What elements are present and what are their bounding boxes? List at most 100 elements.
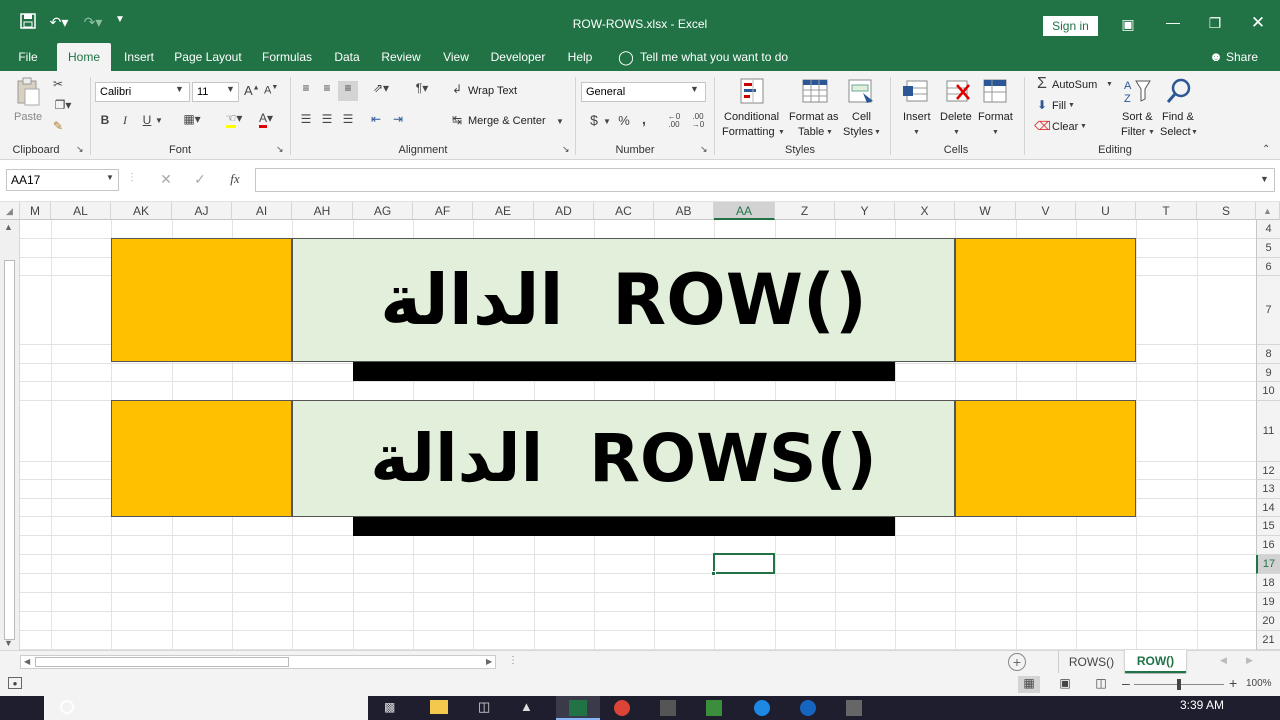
tab-data[interactable]: Data (328, 45, 366, 71)
horizontal-scroll-thumb[interactable] (35, 657, 289, 667)
percent-button[interactable]: % (617, 113, 631, 128)
worksheet-grid[interactable]: ◢ M AL AK AJ AI AH AG AF AE AD AC AB AA … (0, 202, 1280, 650)
page-break-view-icon[interactable]: ◫ (1092, 676, 1110, 690)
scroll-right-icon[interactable]: ▶ (486, 657, 492, 666)
app-icon[interactable]: ▲ (520, 699, 533, 714)
row-header[interactable]: 8 (1256, 345, 1280, 364)
column-header[interactable]: AI (232, 202, 292, 220)
delete-dropdown-icon[interactable]: ▼ (953, 129, 960, 136)
redo-icon[interactable]: ↷▾ (80, 14, 106, 34)
page-layout-view-icon[interactable]: ▣ (1056, 676, 1074, 690)
zoom-slider[interactable] (1134, 679, 1224, 690)
tell-me-search[interactable]: Tell me what you want to do (640, 45, 790, 71)
macro-record-icon[interactable]: ● (8, 677, 22, 689)
tab-developer[interactable]: Developer (486, 45, 550, 71)
fill-dropdown-icon[interactable]: ▼ (1068, 102, 1075, 109)
tab-review[interactable]: Review (376, 45, 426, 71)
conditional-formatting-icon[interactable] (738, 77, 768, 107)
column-header[interactable]: AB (654, 202, 714, 220)
paste-label[interactable]: Paste (14, 111, 42, 123)
cell-styles-label-1[interactable]: Cell (852, 111, 871, 123)
underline-dropdown-icon[interactable]: ▼ (155, 116, 163, 125)
taskbar-clock[interactable]: 3:39 AM (1180, 698, 1224, 712)
scroll-left-icon[interactable]: ◀ (24, 657, 30, 666)
zoom-out-icon[interactable]: – (1122, 675, 1130, 691)
insert-cells-icon[interactable] (902, 77, 932, 107)
find-select-label-1[interactable]: Find & (1162, 111, 1194, 123)
find-select-icon[interactable] (1164, 77, 1194, 107)
app-icon[interactable] (846, 700, 862, 716)
align-center-icon[interactable]: ☰ (319, 112, 335, 126)
column-header[interactable]: AL (51, 202, 111, 220)
cell-styles-icon[interactable] (846, 77, 876, 107)
expand-formula-bar-icon[interactable]: ▼ (1260, 174, 1269, 184)
wrap-text-button[interactable]: Wrap Text (468, 85, 517, 97)
tab-home[interactable]: Home (57, 43, 111, 71)
format-as-table-icon[interactable] (800, 77, 830, 107)
cell-styles-label-2[interactable]: Styles (843, 126, 873, 138)
share-icon[interactable]: ☻ (1208, 45, 1224, 71)
currency-dropdown-icon[interactable]: ▼ (603, 117, 611, 126)
currency-button[interactable]: $ (588, 112, 600, 128)
format-cells-label[interactable]: Format (978, 111, 1013, 123)
shrink-font-icon[interactable]: A▼ (264, 84, 278, 97)
app-icon[interactable] (800, 700, 816, 716)
clear-icon[interactable]: ⌫ (1034, 119, 1051, 133)
save-icon[interactable] (18, 13, 38, 33)
sheet-tab-row-active[interactable]: ROW() (1125, 650, 1186, 673)
find-select-dropdown-icon[interactable]: ▼ (1191, 129, 1198, 136)
column-header[interactable]: V (1016, 202, 1076, 220)
scroll-down-icon[interactable]: ▼ (4, 638, 13, 648)
tab-scroll-left-icon[interactable]: ◀ (1220, 655, 1227, 666)
font-name-dropdown-icon[interactable]: ▼ (175, 84, 184, 94)
excel-taskbar-icon[interactable] (556, 696, 600, 720)
row-header[interactable]: 6 (1256, 258, 1280, 276)
sort-filter-icon[interactable]: AZ (1122, 77, 1152, 107)
column-header[interactable]: W (955, 202, 1016, 220)
close-icon[interactable]: ✕ (1248, 13, 1268, 33)
row-header[interactable]: 11 (1256, 401, 1280, 462)
select-all-corner[interactable]: ◢ (0, 202, 20, 220)
scrollbar-splitter-icon[interactable]: ⋮ (508, 655, 518, 666)
ribbon-display-icon[interactable]: ▣ (1118, 16, 1138, 33)
copy-icon[interactable]: ❐▾ (50, 98, 76, 112)
merge-center-icon[interactable]: ↹ (450, 113, 464, 127)
name-box-dropdown-icon[interactable]: ▼ (106, 173, 114, 182)
alignment-launcher-icon[interactable]: ↘ (562, 144, 570, 155)
collapse-ribbon-icon[interactable]: ⌃ (1262, 144, 1270, 155)
row-header[interactable]: 19 (1256, 593, 1280, 612)
app-icon[interactable] (706, 700, 722, 716)
column-header[interactable]: S (1197, 202, 1256, 220)
column-header[interactable]: U (1076, 202, 1136, 220)
taskbar-search-box[interactable] (44, 696, 368, 720)
new-sheet-icon[interactable]: + (1008, 653, 1026, 671)
tab-help[interactable]: Help (560, 45, 600, 71)
column-header[interactable]: Z (775, 202, 835, 220)
column-header[interactable]: AE (473, 202, 534, 220)
zoom-in-icon[interactable]: + (1229, 675, 1237, 691)
increase-indent-icon[interactable]: ⇥ (390, 112, 406, 126)
row-header[interactable]: 10 (1256, 382, 1280, 401)
column-header[interactable]: M (20, 202, 51, 220)
column-header[interactable]: Y (835, 202, 895, 220)
number-format-dropdown-icon[interactable]: ▼ (690, 84, 699, 94)
font-launcher-icon[interactable]: ↘ (276, 144, 284, 155)
align-top-icon[interactable]: ≡ (298, 81, 314, 95)
italic-button[interactable]: I (118, 113, 132, 128)
column-header[interactable]: AD (534, 202, 594, 220)
minimize-icon[interactable]: — (1163, 14, 1183, 30)
file-explorer-icon[interactable] (430, 700, 448, 714)
vertical-scroll-thumb[interactable] (4, 260, 15, 640)
chrome-icon[interactable] (614, 700, 630, 716)
merge-dropdown-icon[interactable]: ▼ (556, 117, 564, 126)
align-right-icon[interactable]: ☰ (340, 112, 356, 126)
fill-button[interactable]: Fill (1052, 100, 1066, 112)
delete-cells-label[interactable]: Delete (940, 111, 972, 123)
column-header[interactable]: AH (292, 202, 353, 220)
decrease-indent-icon[interactable]: ⇤ (368, 112, 384, 126)
tab-insert[interactable]: Insert (116, 45, 162, 71)
delete-cells-icon[interactable] (942, 77, 972, 107)
grow-font-icon[interactable]: A▲ (244, 83, 260, 98)
conditional-formatting-label-1[interactable]: Conditional (724, 111, 779, 123)
row-header[interactable]: 21 (1256, 631, 1280, 650)
